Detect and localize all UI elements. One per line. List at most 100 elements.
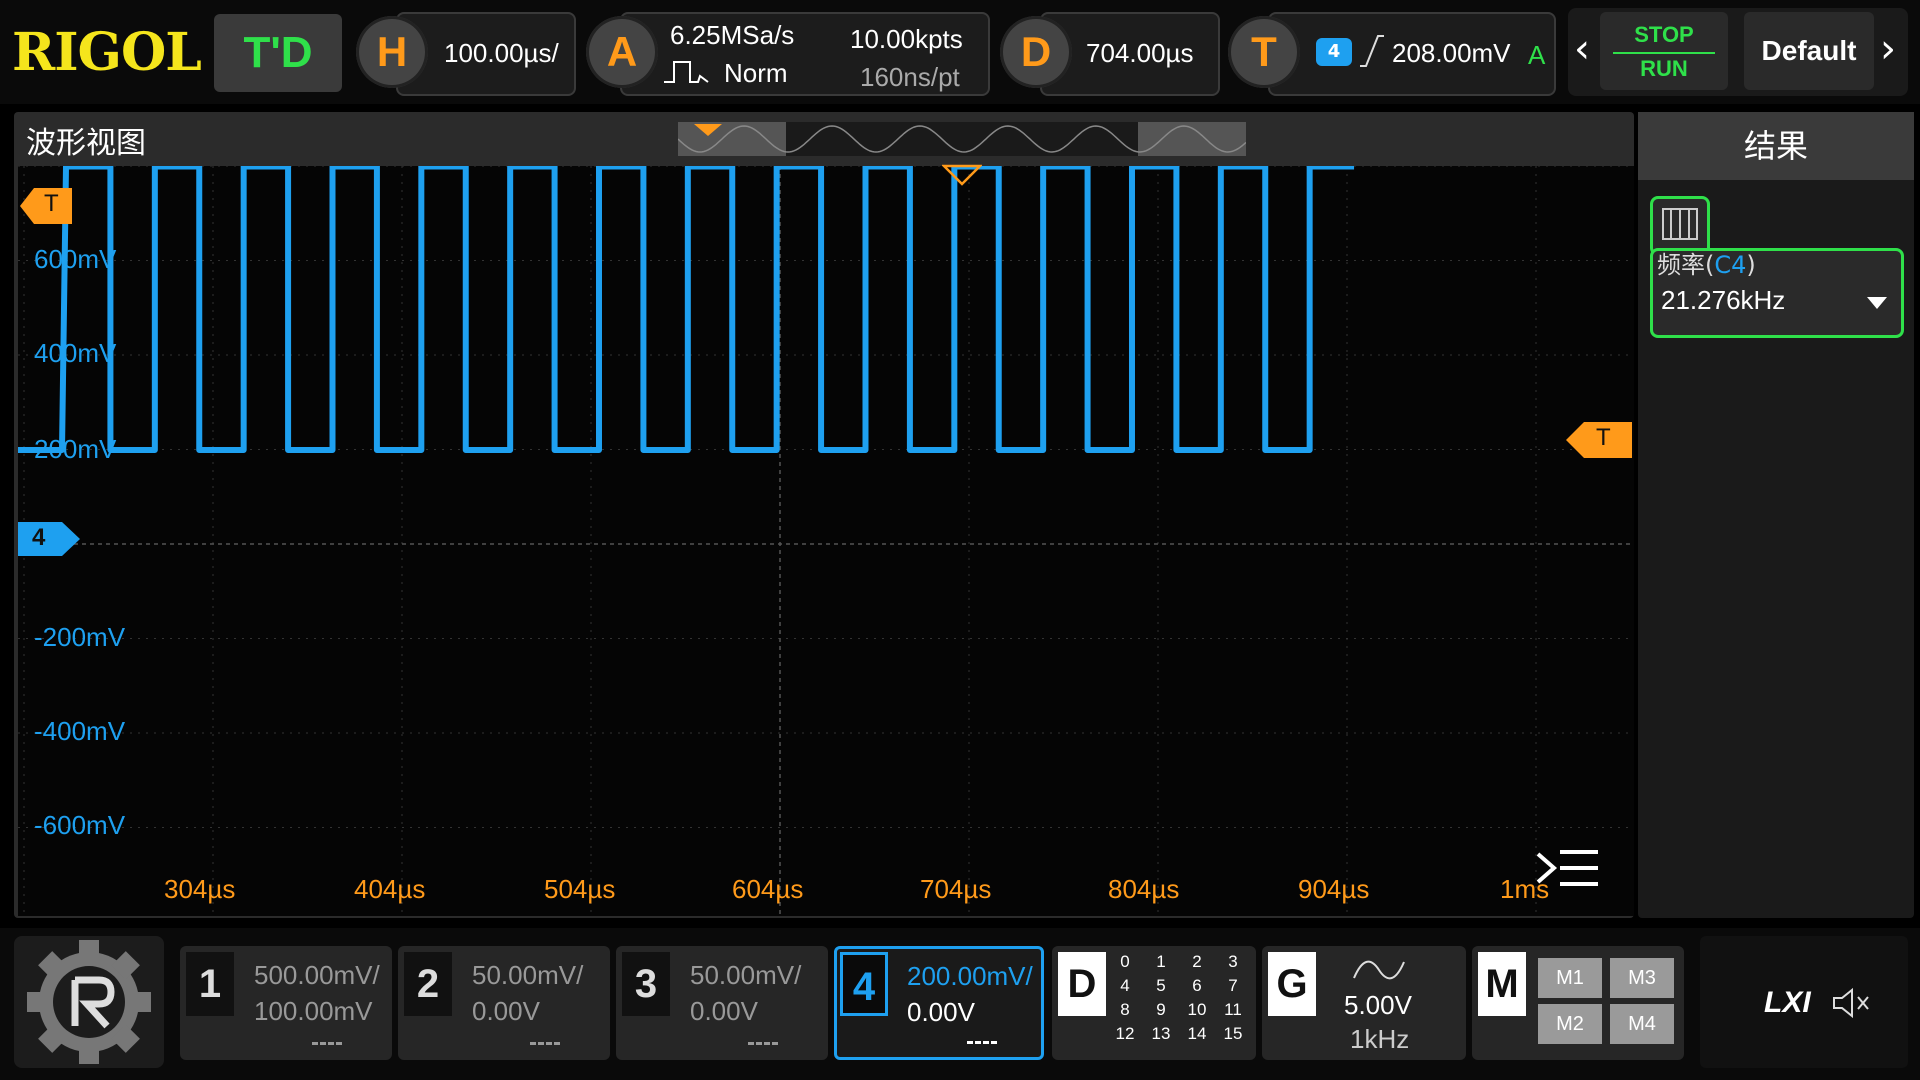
dropdown-icon[interactable] [1865, 295, 1889, 311]
math-m1-button[interactable]: M1 [1538, 958, 1602, 998]
trigger-level-marker-left[interactable]: T [20, 188, 72, 224]
channel1-box[interactable]: 1 500.00mV/ 100.00mV [180, 946, 392, 1060]
delay-key[interactable]: D [1000, 16, 1072, 88]
channel1-scale: 500.00mV/ [254, 960, 380, 990]
channel2-number: 2 [404, 952, 452, 1016]
right-trigger-marker-label: T [1596, 424, 1611, 451]
channel1-number: 1 [186, 952, 234, 1016]
digital-bit: 8 [1120, 1000, 1130, 1019]
digital-bit: 4 [1120, 976, 1130, 995]
menu-icon[interactable] [1534, 846, 1600, 896]
acquire-key[interactable]: A [586, 16, 658, 88]
digital-bit: 6 [1192, 976, 1202, 995]
time-label: 804µs [1108, 874, 1180, 904]
channel2-scale: 50.00mV/ [472, 960, 584, 990]
utility-gear-icon[interactable] [14, 936, 164, 1068]
math-box[interactable]: M M1 M3 M2 M4 [1472, 946, 1684, 1060]
chevron-left-icon[interactable]: ‹ [1574, 26, 1590, 72]
trigger-source-badge: 4 [1316, 38, 1352, 66]
channel2-offset: 0.00V [472, 996, 540, 1026]
volt-label: -400mV [34, 716, 126, 746]
acquire-mode-icon [664, 61, 709, 83]
digital-bit: 13 [1151, 1024, 1171, 1043]
waveform-title: 波形视图 [26, 126, 146, 161]
math-m3-button[interactable]: M3 [1610, 958, 1674, 998]
channel1-coupling-icon [312, 1042, 342, 1045]
digital-box[interactable]: D 0 1 2 3 4 5 6 7 8 9 10 11 12 13 14 15 [1052, 946, 1256, 1060]
digital-bit: 11 [1224, 1000, 1242, 1019]
channel4-coupling-icon [967, 1041, 997, 1044]
sample-rate: 6.25MSa/s [670, 20, 795, 50]
trigger-level: 208.00mV [1392, 38, 1511, 68]
results-title: 结果 [1638, 112, 1914, 180]
channel-marker-label: 4 [32, 524, 46, 551]
digital-bit: 9 [1156, 1000, 1166, 1019]
channel4-scale: 200.00mV/ [907, 961, 1033, 991]
channel2-box[interactable]: 2 50.00mV/ 0.00V [398, 946, 610, 1060]
measurement-source: C4 [1714, 251, 1747, 279]
time-per-point: 160ns/pt [860, 62, 960, 92]
td-button[interactable]: T'D [214, 14, 342, 92]
channel4-offset: 0.00V [907, 997, 975, 1027]
trigger-key[interactable]: T [1228, 16, 1300, 88]
generator-amplitude: 5.00V [1344, 990, 1412, 1020]
math-m4-button[interactable]: M4 [1610, 1004, 1674, 1044]
generator-frequency: 1kHz [1350, 1024, 1410, 1054]
channel1-offset: 100.00mV [254, 996, 373, 1026]
run-label: RUN [1640, 56, 1688, 81]
measurement-label: 频率(C4) [1657, 245, 1756, 280]
frequency-measurement[interactable]: 频率(C4) 21.276kHz [1650, 248, 1904, 338]
digital-bit: 2 [1192, 952, 1202, 971]
channel4-number: 4 [840, 952, 888, 1016]
math-m2-button[interactable]: M2 [1538, 1004, 1602, 1044]
measurement-label-end: ) [1746, 251, 1756, 279]
speaker-muted-icon[interactable] [1830, 986, 1874, 1020]
digital-bit: 15 [1223, 1024, 1243, 1043]
digital-bit: 3 [1228, 952, 1238, 971]
digital-bit: 5 [1156, 976, 1166, 995]
volt-label: 200mV [34, 434, 117, 464]
time-label: 904µs [1298, 874, 1370, 904]
measurement-name: 频率( [1657, 251, 1715, 279]
digital-bit: 0 [1120, 952, 1130, 971]
timebase-value: 100.00µs/ [444, 38, 559, 68]
channel4-box[interactable]: 4 200.00mV/ 0.00V [834, 946, 1044, 1060]
digital-bit: 10 [1187, 1000, 1207, 1019]
trigger-level-marker-right[interactable]: T [1566, 422, 1632, 458]
generator-key: G [1268, 952, 1316, 1016]
memory-overview-strip[interactable] [678, 122, 1246, 156]
digital-bit: 14 [1187, 1024, 1207, 1043]
channel4-trace [18, 166, 1355, 453]
default-button[interactable]: Default [1744, 12, 1874, 90]
chevron-right-icon[interactable]: › [1880, 26, 1896, 72]
time-label: 704µs [920, 874, 992, 904]
generator-box[interactable]: G 5.00V 1kHz [1262, 946, 1466, 1060]
rising-edge-icon [1360, 35, 1384, 67]
channel3-offset: 0.00V [690, 996, 758, 1026]
trigger-status: A [1528, 40, 1546, 70]
sine-wave-icon [1353, 960, 1405, 980]
lxi-label: LXI [1764, 986, 1811, 1019]
time-label: 604µs [732, 874, 804, 904]
digital-key: D [1058, 952, 1106, 1016]
volt-label: -200mV [34, 622, 126, 652]
measurement-value: 21.276kHz [1661, 285, 1786, 315]
digital-bit: 1 [1156, 952, 1166, 971]
time-label: 304µs [164, 874, 236, 904]
stop-label: STOP [1634, 22, 1694, 47]
volt-label: 400mV [34, 338, 117, 368]
channel3-box[interactable]: 3 50.00mV/ 0.00V [616, 946, 828, 1060]
channel3-scale: 50.00mV/ [690, 960, 802, 990]
channel3-number: 3 [622, 952, 670, 1016]
acquire-mode: Norm [724, 58, 788, 88]
digital-bit: 12 [1115, 1024, 1135, 1043]
volt-label: -600mV [34, 810, 126, 840]
horizontal-key[interactable]: H [356, 16, 428, 88]
stop-run-button[interactable]: STOP RUN [1600, 12, 1728, 90]
memory-depth: 10.00kpts [850, 24, 963, 54]
trigger-marker-label: T [44, 190, 59, 217]
channel4-offset-marker[interactable]: 4 [18, 522, 80, 556]
digital-bit: 7 [1228, 976, 1238, 995]
volt-label: 600mV [34, 244, 117, 274]
waveform-grid [18, 166, 1634, 916]
